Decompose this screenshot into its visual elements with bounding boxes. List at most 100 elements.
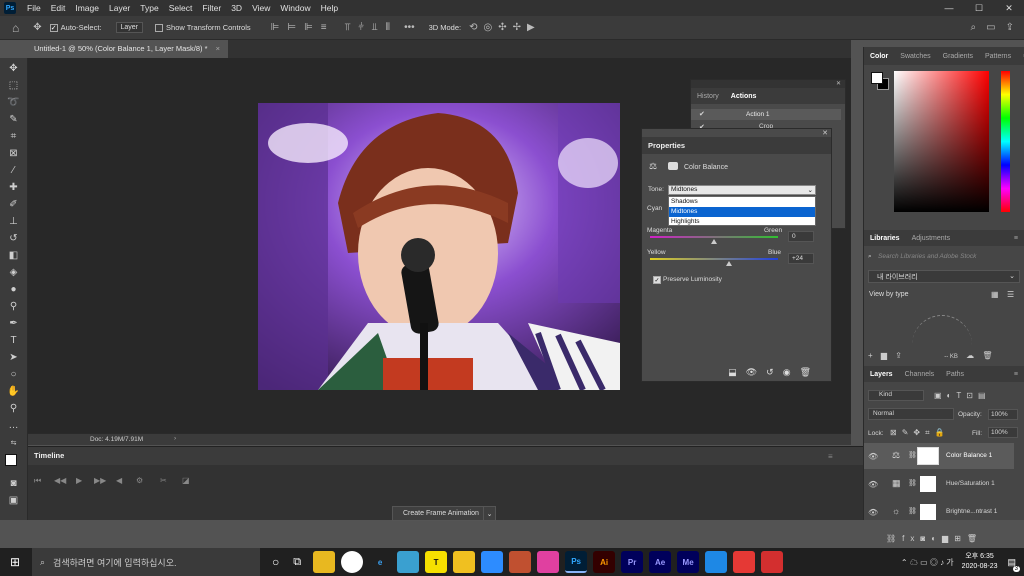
workspace-icon[interactable]: ▭ (986, 22, 995, 33)
layers-footer-icons[interactable]: ⛓fx◙◐▆⊞🗑 (886, 534, 983, 543)
layer-mask-thumbnail[interactable] (920, 504, 936, 520)
layer-filter-kind[interactable]: Kind (868, 390, 924, 401)
color-picker-field[interactable] (894, 71, 989, 212)
status-arrow-icon[interactable]: › (174, 435, 176, 442)
menu-layer[interactable]: Layer (104, 3, 135, 13)
magenta-green-value[interactable]: 0 (788, 231, 814, 242)
marquee-tool-icon[interactable]: ⬚ (4, 77, 24, 94)
auto-select-dropdown[interactable]: Layer (115, 22, 144, 33)
tab-adjustments[interactable]: Adjustments (906, 235, 957, 242)
minimize-icon[interactable]: — (934, 3, 964, 14)
type-tool-icon[interactable]: T (4, 332, 24, 349)
menu-window[interactable]: Window (275, 3, 315, 13)
tone-option-midtones[interactable]: Midtones (669, 207, 815, 217)
blend-mode-select[interactable]: Normal (868, 408, 954, 420)
audio-icon[interactable]: ◀ (116, 476, 122, 485)
move-tool-icon[interactable]: ✥ (4, 60, 24, 77)
folder-icon[interactable]: ▆ (881, 351, 887, 360)
transition-icon[interactable]: ◪ (182, 476, 190, 485)
library-select[interactable]: 내 라이브러리 ⌄ (868, 270, 1020, 283)
hand-tool-icon[interactable]: ✋ (4, 383, 24, 400)
delete-icon[interactable]: 🗑 (800, 367, 811, 378)
menu-image[interactable]: Image (70, 3, 104, 13)
app-icon[interactable] (705, 551, 728, 573)
blur-tool-icon[interactable]: ● (4, 281, 24, 298)
lasso-tool-icon[interactable]: ➰ (4, 94, 24, 111)
auto-select-checkbox[interactable]: ✓ (49, 23, 58, 32)
share-icon[interactable]: ⇪ (1006, 22, 1014, 33)
more-tools-icon[interactable]: … (4, 417, 24, 434)
tone-dropdown[interactable]: Midtones ⌄ (668, 185, 816, 195)
layer-name[interactable]: Color Balance 1 (946, 452, 992, 459)
eyedropper-tool-icon[interactable]: ⁄ (4, 162, 24, 179)
create-frame-animation-button[interactable]: Create Frame Animation (392, 506, 490, 521)
tab-actions[interactable]: Actions (725, 93, 763, 100)
align-center-icon[interactable]: ⊨ (287, 22, 296, 33)
upload-icon[interactable]: ⇪ (895, 351, 902, 360)
pen-tool-icon[interactable]: ✒ (4, 315, 24, 332)
layer-row[interactable]: 👁 ⚖ ⛓ Color Balance 1 (864, 443, 1014, 469)
pan-3d-icon[interactable]: ✣ (498, 22, 506, 33)
cortana-icon[interactable]: ○ (272, 555, 279, 569)
frame-tool-icon[interactable]: ⊠ (4, 145, 24, 162)
document-tab[interactable]: Untitled-1 @ 50% (Color Balance 1, Layer… (28, 40, 228, 58)
distribute-icon[interactable]: ≡ (321, 22, 327, 33)
task-view-icon[interactable]: ⧉ (293, 556, 301, 569)
align-bottom-icon[interactable]: ⫫ (372, 22, 378, 33)
notification-icon[interactable]: ▤ 3 (1007, 557, 1020, 572)
tab-patterns[interactable]: Patterns (979, 53, 1017, 60)
healing-tool-icon[interactable]: ✚ (4, 179, 24, 196)
eye-icon[interactable]: 👁 (868, 480, 878, 489)
more-options-icon[interactable]: ••• (404, 22, 415, 33)
quick-mask-icon[interactable]: ◙ (4, 475, 24, 492)
next-frame-icon[interactable]: ▶▶ (94, 476, 106, 485)
photoshop-app-icon[interactable]: Ps (565, 551, 588, 573)
menu-select[interactable]: Select (164, 3, 198, 13)
app-icon[interactable] (509, 551, 532, 573)
yellow-blue-value[interactable]: +24 (788, 253, 814, 264)
panel-menu-icon[interactable]: ≡ (1008, 371, 1024, 378)
tone-option-highlights[interactable]: Highlights (669, 217, 815, 227)
view-previous-icon[interactable]: 👁 (746, 367, 757, 378)
tab-history[interactable]: History (691, 93, 725, 100)
brush-tool-icon[interactable]: ✐ (4, 196, 24, 213)
media-encoder-app-icon[interactable]: Me (677, 551, 700, 573)
lock-icons[interactable]: ⊠✎✥⌗🔒 (890, 428, 950, 438)
panel-menu-icon[interactable]: ≡ (1017, 53, 1024, 60)
close-panel-icon[interactable]: ✕ (836, 80, 841, 87)
list-view-icon[interactable]: ☰ (1007, 290, 1014, 299)
layer-name[interactable]: Brightne...ntrast 1 (946, 508, 997, 515)
menu-filter[interactable]: Filter (197, 3, 226, 13)
align-middle-icon[interactable]: ⫩ (358, 22, 364, 33)
align-right-icon[interactable]: ⊫ (304, 22, 313, 33)
app-icon[interactable] (761, 551, 784, 573)
check-icon[interactable]: ✔ (699, 110, 705, 118)
home-icon[interactable]: ⌂ (12, 21, 19, 35)
windows-start-icon[interactable]: ⊞ (10, 555, 20, 569)
layer-filter-icons[interactable]: ▣◐T⊡▤ (934, 391, 991, 400)
menu-edit[interactable]: Edit (46, 3, 71, 13)
layer-row[interactable]: 👁 ☼ ⛓ Brightne...ntrast 1 (864, 499, 1014, 525)
layer-mask-thumbnail[interactable] (917, 447, 939, 465)
tab-libraries[interactable]: Libraries (864, 235, 906, 242)
tone-option-shadows[interactable]: Shadows (669, 197, 815, 207)
shape-tool-icon[interactable]: ○ (4, 366, 24, 383)
path-select-icon[interactable]: ➤ (4, 349, 24, 366)
roll-3d-icon[interactable]: ◎ (484, 22, 493, 33)
quick-select-tool-icon[interactable]: ✎ (4, 111, 24, 128)
zoom-app-icon[interactable] (481, 551, 504, 573)
app-icon[interactable] (537, 551, 560, 573)
delete-icon[interactable]: 🗑 (982, 351, 992, 360)
yellow-blue-thumb[interactable] (726, 261, 732, 266)
link-icon[interactable]: ⛓ (908, 507, 917, 515)
clock[interactable]: 오후 6:35 2020-08-23 (962, 552, 998, 572)
distribute-vertical-icon[interactable]: ⦀ (386, 22, 390, 33)
illustrator-app-icon[interactable]: Ai (593, 551, 616, 573)
eye-icon[interactable]: 👁 (868, 452, 878, 461)
premiere-app-icon[interactable]: Pr (621, 551, 644, 573)
prev-frame-icon[interactable]: ◀◀ (54, 476, 66, 485)
view-by-type[interactable]: View by type (869, 291, 909, 298)
app-icon[interactable] (397, 551, 420, 573)
chrome-icon[interactable] (341, 551, 364, 573)
fill-value[interactable]: 100% (988, 427, 1018, 438)
